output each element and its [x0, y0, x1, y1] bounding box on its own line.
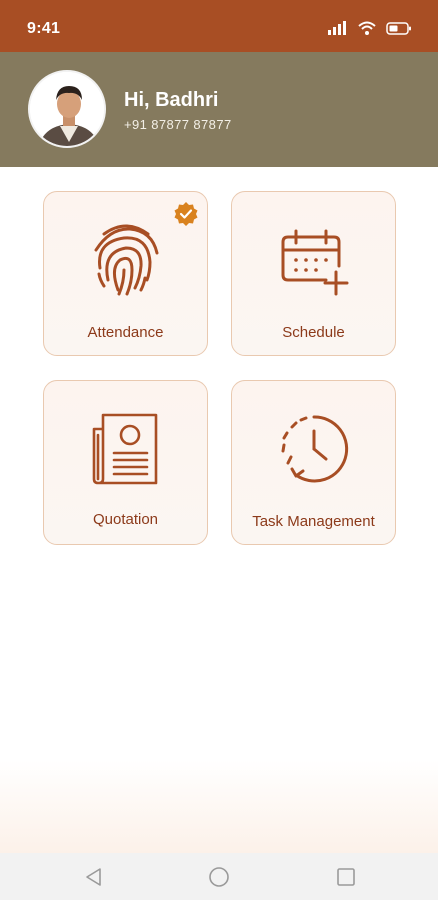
task-management-card[interactable]: Task Management	[231, 380, 396, 545]
battery-icon	[386, 21, 411, 35]
profile-header: Hi, Badhri +91 87877 87877	[0, 52, 438, 167]
calendar-add-icon	[232, 220, 395, 300]
system-nav-bar	[0, 853, 438, 900]
phone-number: +91 87877 87877	[124, 117, 232, 132]
avatar[interactable]	[28, 70, 106, 148]
greeting-text: Hi, Badhri	[124, 89, 219, 111]
status-icons	[328, 21, 412, 35]
attendance-label: Attendance	[87, 324, 164, 341]
home-icon[interactable]	[207, 865, 231, 889]
quotation-document-icon	[44, 409, 207, 489]
schedule-card[interactable]: Schedule	[231, 191, 396, 356]
status-time: 9:41	[27, 20, 61, 37]
task-management-label: Task Management	[252, 513, 375, 530]
bottom-fade	[0, 760, 438, 853]
quotation-label: Quotation	[92, 511, 159, 528]
schedule-label: Schedule	[282, 324, 345, 341]
quotation-card[interactable]: Quotation	[43, 380, 208, 545]
back-icon[interactable]	[81, 865, 105, 889]
recents-icon[interactable]	[334, 865, 358, 889]
attendance-card[interactable]: Attendance	[43, 191, 208, 356]
status-bar: 9:41	[0, 0, 438, 52]
signal-icon	[328, 21, 346, 35]
clock-history-icon	[232, 409, 395, 489]
fingerprint-icon	[44, 220, 207, 300]
wifi-icon	[358, 21, 376, 35]
